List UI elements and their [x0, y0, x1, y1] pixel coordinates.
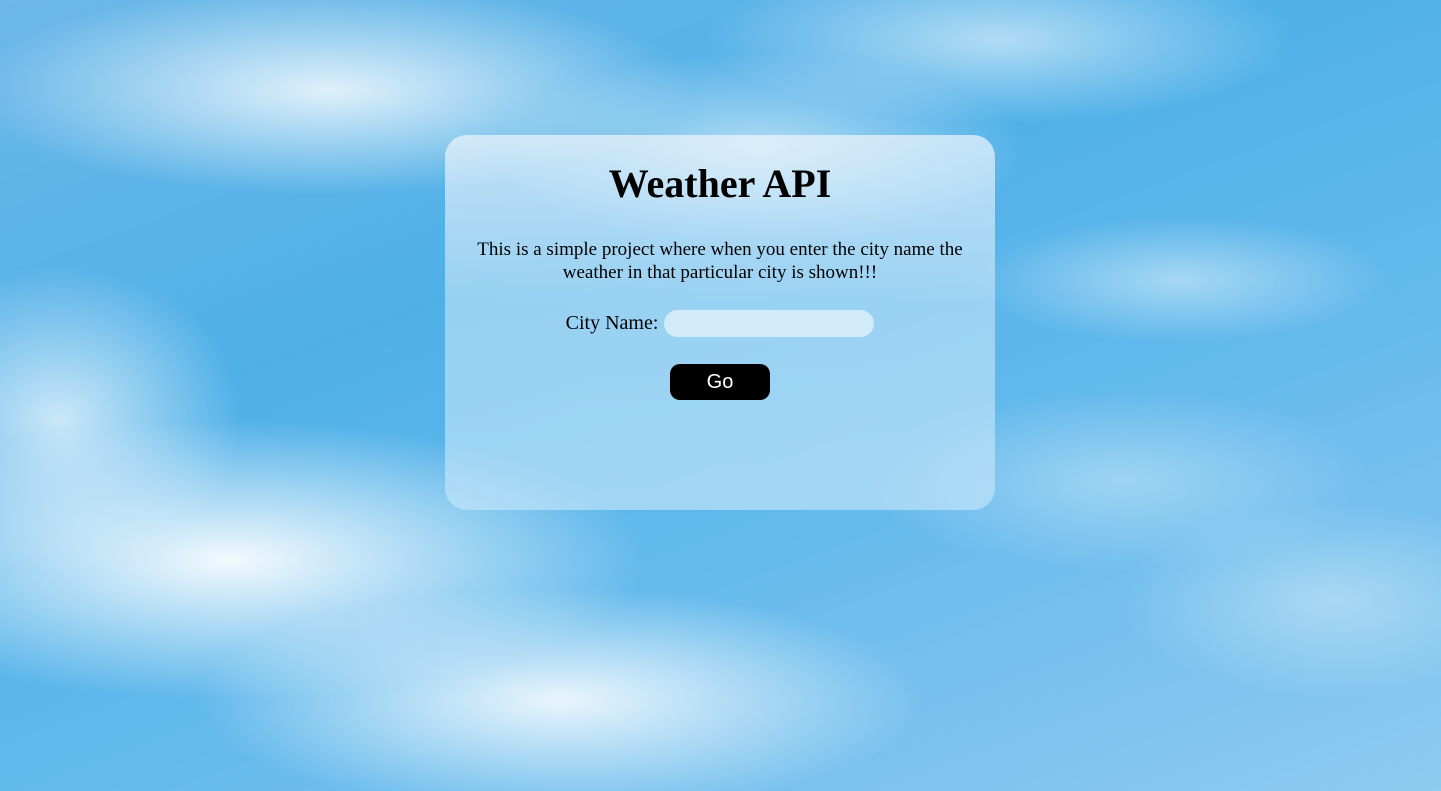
go-button[interactable]: Go	[670, 364, 770, 400]
page-title: Weather API	[608, 161, 832, 206]
city-name-label: City Name:	[565, 312, 659, 334]
city-name-input[interactable]	[664, 310, 875, 337]
weather-card: Weather API This is a simple project whe…	[445, 135, 995, 510]
description-text: This is a simple project where when you …	[477, 239, 963, 283]
city-form-row: City Name:	[445, 310, 995, 337]
